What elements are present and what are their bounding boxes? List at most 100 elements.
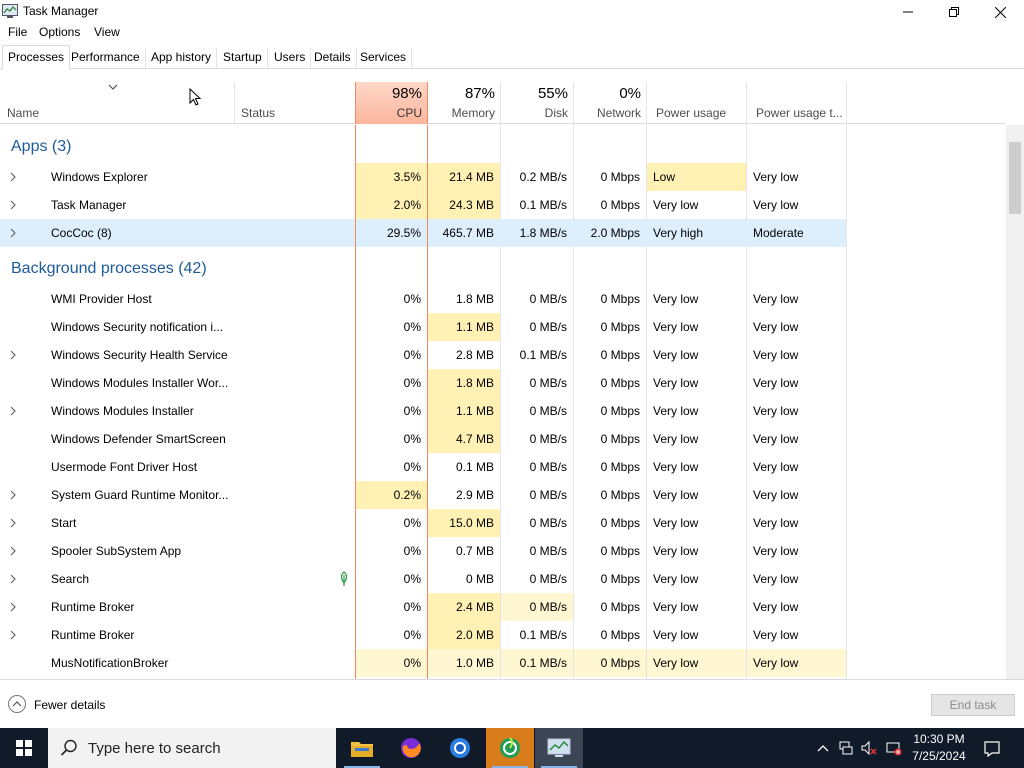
close-button[interactable] — [977, 0, 1023, 24]
notification-center-icon[interactable] — [983, 740, 1001, 758]
menu-options[interactable]: Options — [39, 25, 80, 39]
taskbar-search-box[interactable]: Type here to search — [48, 728, 336, 768]
cell-trend: Very low — [753, 516, 799, 530]
cell-disk: 0 MB/s — [529, 572, 567, 586]
end-task-button[interactable]: End task — [931, 694, 1015, 716]
cell-net: 0 Mbps — [600, 376, 640, 390]
cell-net: 0 Mbps — [574, 649, 646, 677]
sort-chevron-icon[interactable] — [108, 84, 118, 90]
cell-trend: Very low — [753, 488, 799, 502]
header-cpu-column[interactable]: 98% CPU — [355, 82, 428, 124]
process-row[interactable]: Spooler SubSystem App 0% 0.7 MB 0 MB/s 0 Mbp… — [0, 537, 846, 565]
cell-trend: Very low — [753, 460, 799, 474]
vertical-scrollbar[interactable] — [1006, 125, 1024, 679]
header-network[interactable]: Network — [574, 106, 641, 120]
column-divider[interactable] — [234, 82, 235, 124]
tab-startup[interactable]: Startup — [218, 48, 268, 69]
process-row[interactable]: CocCoc (8) 29.5% 465.7 MB 1.8 MB/s 2.0 Mbps V… — [0, 219, 846, 247]
header-power-usage[interactable]: Power usage — [656, 106, 726, 120]
expand-chevron-icon[interactable] — [9, 574, 17, 584]
file-explorer-taskbar-button[interactable] — [338, 728, 386, 768]
expand-chevron-icon[interactable] — [9, 490, 17, 500]
header-disk-percent[interactable]: 55% — [501, 85, 568, 102]
process-row[interactable]: Windows Security Health Service 0% 2.8 MB 0… — [0, 341, 846, 369]
expand-chevron-icon[interactable] — [9, 546, 17, 556]
process-row[interactable]: Search 0% 0 MB 0 MB/s 0 Mbps Very low Very low — [0, 565, 846, 593]
system-clock[interactable]: 10:30 PM 7/25/2024 — [905, 731, 973, 765]
cell-mem: 1.1 MB — [428, 313, 500, 341]
cell-trend: Very low — [753, 376, 799, 390]
network-icon[interactable] — [838, 740, 854, 756]
cell-cpu: 0% — [403, 348, 421, 362]
tab-app-history[interactable]: App history — [146, 48, 218, 69]
header-network-percent[interactable]: 0% — [574, 85, 641, 102]
process-row[interactable]: Windows Modules Installer Wor... 0% 1.8 MB… — [0, 369, 846, 397]
expand-chevron-icon[interactable] — [9, 200, 17, 210]
chrome-icon — [450, 738, 470, 758]
cell-disk: 0.1 MB/s — [519, 628, 567, 642]
tab-services[interactable]: Services — [355, 48, 413, 69]
process-row[interactable]: Usermode Font Driver Host 0% 0.1 MB 0 MB/s 0… — [0, 453, 846, 481]
expand-chevron-icon[interactable] — [9, 630, 17, 640]
scrollbar-thumb[interactable] — [1009, 142, 1021, 214]
expand-chevron-icon[interactable] — [9, 228, 17, 238]
start-button[interactable] — [0, 728, 48, 768]
header-disk[interactable]: Disk — [501, 106, 568, 120]
process-name: Runtime Broker — [51, 600, 135, 614]
process-row[interactable]: System Guard Runtime Monitor... 0.2% 2.9 M… — [0, 481, 846, 509]
firefox-taskbar-button[interactable] — [387, 728, 435, 768]
process-name: Start — [51, 516, 77, 530]
menu-file[interactable]: File — [8, 25, 27, 39]
header-memory[interactable]: Memory — [429, 106, 495, 120]
process-row[interactable]: Windows Explorer 3.5% 21.4 MB 0.2 MB/s 0 Mbp… — [0, 163, 846, 191]
expand-chevron-icon[interactable] — [9, 350, 17, 360]
cell-cpu: 0% — [403, 544, 421, 558]
chevron-up-circle-icon[interactable] — [8, 695, 26, 713]
header-memory-percent[interactable]: 87% — [429, 85, 495, 102]
process-row[interactable]: MusNotificationBroker 0% 1.0 MB 0.1 MB/s 0 M… — [0, 649, 846, 677]
process-row[interactable]: Windows Security notification i... 0% 1.1 … — [0, 313, 846, 341]
expand-chevron-icon[interactable] — [9, 518, 17, 528]
tab-performance[interactable]: Performance — [66, 48, 146, 69]
header-name[interactable]: Name — [7, 106, 39, 120]
minimize-button[interactable] — [885, 0, 931, 24]
tab-details[interactable]: Details — [309, 48, 357, 69]
cell-cpu: 0% — [403, 404, 421, 418]
process-row[interactable]: Windows Defender SmartScreen 0% 4.7 MB 0 MB… — [0, 425, 846, 453]
cell-trend: Very low — [753, 404, 799, 418]
process-row[interactable]: Start 0% 15.0 MB 0 MB/s 0 Mbps Very low Very l… — [0, 509, 846, 537]
expand-chevron-icon[interactable] — [9, 172, 17, 182]
process-row[interactable]: Runtime Broker 0% 2.4 MB 0 MB/s 0 Mbps Very l… — [0, 593, 846, 621]
process-name: CocCoc (8) — [51, 226, 112, 240]
process-list: Apps (3) Background processes (42) Windo… — [0, 125, 1006, 679]
expand-chevron-icon[interactable] — [9, 602, 17, 612]
task-manager-taskbar-button[interactable] — [535, 728, 583, 768]
process-row[interactable]: Task Manager 2.0% 24.3 MB 0.1 MB/s 0 Mbps Ver… — [0, 191, 846, 219]
chrome-taskbar-button[interactable] — [436, 728, 484, 768]
header-power-usage-trend[interactable]: Power usage t... — [756, 106, 843, 120]
menu-view[interactable]: View — [94, 25, 120, 39]
chevron-up-icon[interactable] — [815, 740, 831, 756]
tab-users[interactable]: Users — [269, 48, 312, 69]
fewer-details-link[interactable]: Fewer details — [34, 698, 105, 712]
process-name: Spooler SubSystem App — [51, 544, 182, 558]
cell-mem: 0 MB — [465, 572, 494, 586]
cell-power: Very low — [653, 488, 699, 502]
cell-disk: 0.2 MB/s — [519, 170, 567, 184]
cell-cpu: 0% — [403, 516, 421, 530]
cell-trend: Moderate — [753, 226, 804, 240]
process-row[interactable]: Runtime Broker 0% 2.0 MB 0.1 MB/s 0 Mbps Very… — [0, 621, 846, 649]
expand-chevron-icon[interactable] — [9, 406, 17, 416]
cell-mem: 0.1 MB — [455, 460, 494, 474]
security-alert-icon[interactable] — [886, 740, 902, 756]
cell-power: Very low — [653, 628, 699, 642]
header-status[interactable]: Status — [241, 106, 275, 120]
process-row[interactable]: WMI Provider Host 0% 1.8 MB 0 MB/s 0 Mbps Ver… — [0, 285, 846, 313]
volume-muted-icon[interactable] — [861, 740, 877, 756]
restore-button[interactable] — [931, 0, 977, 24]
process-row[interactable]: Windows Modules Installer 0% 1.1 MB 0 MB/s 0… — [0, 397, 846, 425]
cell-net: 0 Mbps — [600, 404, 640, 418]
tab-processes[interactable]: Processes — [2, 45, 71, 70]
coccoc-taskbar-button[interactable] — [486, 728, 534, 768]
cell-disk: 0.1 MB/s — [501, 649, 573, 677]
